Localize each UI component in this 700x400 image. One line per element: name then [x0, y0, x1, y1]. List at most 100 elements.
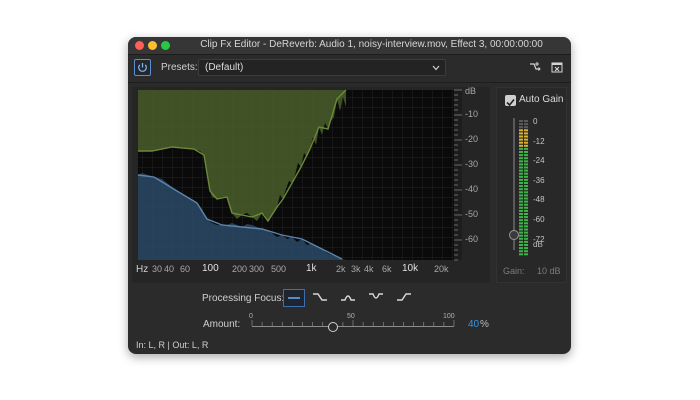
meter-segment [524, 147, 528, 150]
zoom-button[interactable] [161, 41, 170, 50]
db-unit-label: dB [465, 86, 477, 96]
db-label-20: -20 [465, 134, 479, 144]
meter-segment [519, 154, 523, 157]
meter-segment [524, 157, 528, 160]
level-meter [519, 120, 528, 256]
gain-panel: Auto Gain 0 -12 -24 -36 -48 -60 -72 dB Gain: 1… [496, 87, 567, 283]
meter-segment [524, 240, 528, 243]
meter-segment [519, 206, 523, 209]
meter-segment [524, 169, 528, 172]
meter-segment [524, 206, 528, 209]
meter-segment [519, 160, 523, 163]
meter-segment [519, 151, 523, 153]
meter-segment [519, 169, 523, 172]
meter-segment [519, 191, 523, 194]
meter-segment [524, 160, 528, 163]
db-label-50: -50 [465, 209, 479, 219]
meter-scale-label: -60 [533, 215, 545, 224]
meter-segment [524, 120, 528, 122]
freq-label-6k: 6k [382, 264, 392, 274]
meter-segment [519, 175, 523, 178]
meter-segment [519, 135, 523, 138]
focus-flat-button[interactable] [283, 289, 305, 307]
meter-segment [524, 178, 528, 181]
gain-slider-thumb[interactable] [509, 230, 519, 240]
meter-segment [519, 178, 523, 181]
presets-label: Presets: [161, 62, 198, 73]
meter-segment [519, 147, 523, 150]
meter-segment [524, 188, 528, 191]
meter-segment [524, 244, 528, 246]
db-label-30: -30 [465, 159, 479, 169]
freq-label-2k: 2k [336, 264, 346, 274]
meter-segment [524, 163, 528, 166]
amount-tick-50: 50 [347, 313, 355, 320]
meter-segment [524, 219, 528, 222]
amount-tick-0: 0 [249, 313, 253, 320]
minimize-button[interactable] [148, 41, 157, 50]
meter-segment [519, 253, 523, 256]
meter-segment [519, 200, 523, 203]
meter-segment [519, 213, 523, 215]
processing-focus-label: Processing Focus: [202, 293, 285, 304]
spectrum-graph[interactable] [132, 87, 490, 283]
meter-segment [524, 141, 528, 144]
meter-segment [519, 194, 523, 197]
meter-segment [519, 197, 523, 200]
amount-unit: % [480, 319, 489, 330]
meter-segment [524, 166, 528, 169]
meter-segment [524, 203, 528, 206]
close-button[interactable] [135, 41, 144, 50]
meter-segment [524, 216, 528, 219]
spectrum-graph-panel: dB -10 -20 -30 -40 -50 -60 Hz 30 40 60 1… [132, 86, 490, 283]
title-bar[interactable]: Clip Fx Editor - DeReverb: Audio 1, nois… [128, 37, 571, 55]
hz-unit-label: Hz [136, 264, 149, 275]
high-focus-icon [397, 293, 411, 301]
freq-label-3k: 3k [351, 264, 361, 274]
meter-segment [524, 253, 528, 256]
focus-high-button[interactable] [394, 289, 416, 307]
auto-gain-label: Auto Gain [519, 94, 564, 105]
meter-segment [519, 228, 523, 231]
meter-segment [524, 135, 528, 138]
presets-value: (Default) [205, 62, 244, 73]
meter-segment [524, 151, 528, 153]
meter-scale-label: 0 [533, 117, 538, 126]
meter-unit-label: dB [533, 240, 543, 249]
focus-mid-button[interactable] [338, 289, 360, 307]
focus-notch-button[interactable] [366, 289, 388, 307]
meter-segment [519, 231, 523, 234]
meter-segment [519, 225, 523, 228]
meter-segment [524, 194, 528, 197]
meter-segment [524, 209, 528, 212]
meter-segment [519, 138, 523, 141]
amount-tick-100: 100 [443, 313, 455, 320]
amount-value[interactable]: 40 [468, 319, 479, 330]
presets-dropdown[interactable]: (Default) [198, 59, 446, 76]
focus-low-button[interactable] [310, 289, 332, 307]
meter-segment [524, 197, 528, 200]
gain-value: 10 dB [537, 266, 561, 276]
meter-segment [519, 203, 523, 206]
routing-icon[interactable] [529, 61, 541, 73]
flat-focus-icon [288, 297, 300, 299]
meter-segment [524, 138, 528, 141]
checkbox-box[interactable] [505, 95, 516, 107]
meter-segment [524, 175, 528, 178]
meter-segment [524, 228, 528, 231]
meter-segment [519, 141, 523, 144]
amount-slider-track[interactable] [252, 326, 454, 327]
mid-focus-icon [341, 295, 355, 301]
freq-label-1k: 1k [306, 263, 317, 274]
gain-label: Gain: [503, 266, 525, 276]
delete-icon[interactable] [551, 61, 563, 73]
amount-slider-thumb[interactable] [327, 322, 338, 332]
power-button[interactable] [134, 59, 151, 76]
meter-segment [519, 166, 523, 169]
meter-segment [524, 225, 528, 228]
meter-segment [519, 163, 523, 166]
meter-segment [524, 234, 528, 237]
meter-scale-label: -12 [533, 136, 545, 146]
meter-segment [524, 231, 528, 234]
toolbar: Presets: (Default) [128, 55, 571, 83]
